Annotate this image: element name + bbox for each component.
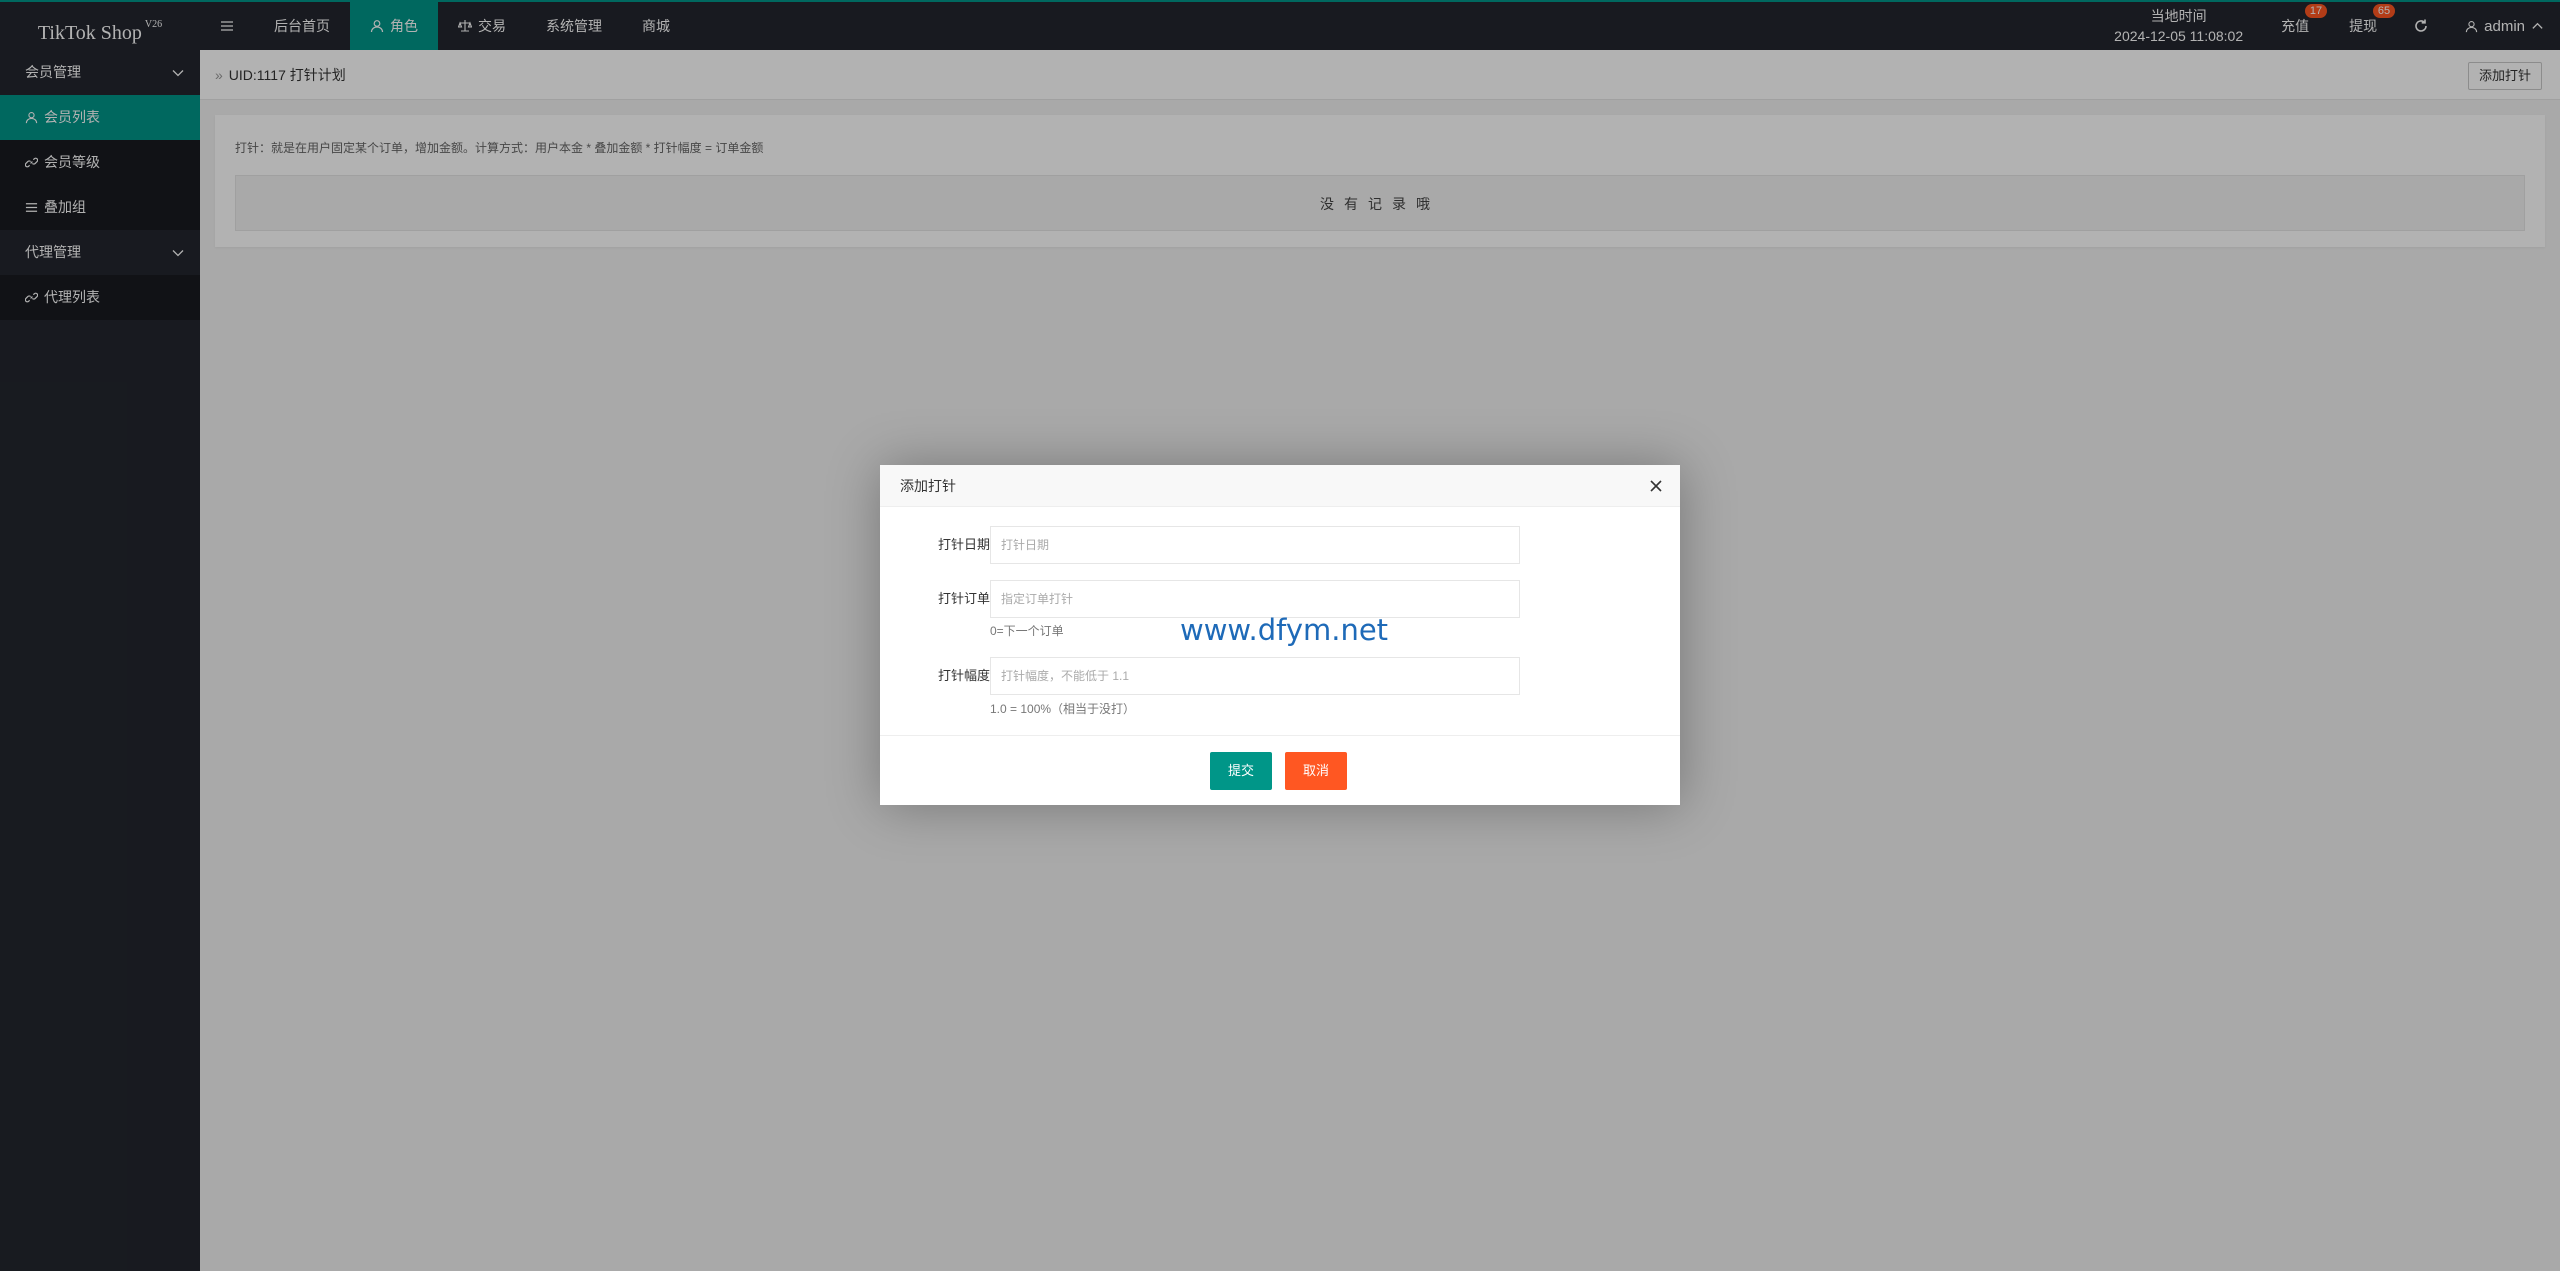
submit-button[interactable]: 提交 [1210, 752, 1273, 790]
order-label: 打针订单 [937, 591, 990, 606]
date-input[interactable] [990, 526, 1520, 564]
amplitude-hint: 1.0 = 100%（相当于没打） [990, 702, 1136, 716]
dialog-title: 添加打针 [900, 478, 956, 494]
amplitude-label: 打针幅度 [937, 668, 990, 683]
amplitude-input[interactable] [990, 657, 1520, 695]
watermark: www.dfym.net [1180, 613, 1389, 647]
dialog-footer: 提交 取消 [880, 735, 1680, 805]
add-injection-dialog: 添加打针 打针日期 打针订单 0=下一个订单 www.dfym.net 打针幅度… [880, 465, 1680, 805]
date-label: 打针日期 [937, 537, 990, 552]
close-icon[interactable] [1648, 478, 1664, 494]
order-hint: 0=下一个订单 [990, 624, 1064, 638]
dialog-header: 添加打针 [880, 465, 1680, 507]
cancel-button[interactable]: 取消 [1285, 752, 1348, 790]
